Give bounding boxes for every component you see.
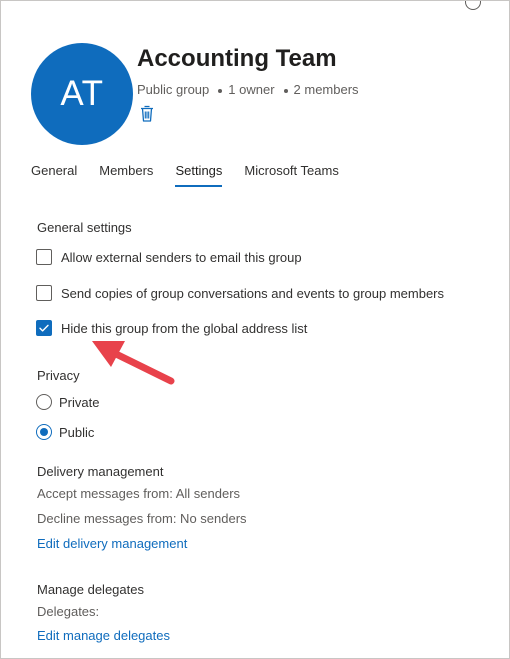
separator-dot <box>218 88 223 93</box>
separator-dot <box>283 88 288 93</box>
delegates-info: Delegates: <box>37 604 100 619</box>
radio-label: Private <box>59 394 100 410</box>
hide-from-gal-checkbox[interactable] <box>36 320 52 336</box>
hide-from-gal-option[interactable]: Hide this group from the global address … <box>36 320 307 336</box>
allow-external-senders-checkbox[interactable] <box>36 249 52 265</box>
private-radio[interactable] <box>36 394 52 410</box>
group-avatar: AT <box>31 43 133 145</box>
decline-messages-info: Decline messages from: No senders <box>37 511 247 526</box>
accept-messages-info: Accept messages from: All senders <box>37 486 241 501</box>
checkbox-label: Send copies of group conversations and e… <box>61 285 445 301</box>
tab-members[interactable]: Members <box>99 161 153 184</box>
owner-count: 1 owner <box>228 82 275 97</box>
privacy-heading: Privacy <box>37 368 80 383</box>
tab-bar: General Members Settings Microsoft Teams <box>31 161 361 187</box>
send-copies-checkbox[interactable] <box>36 285 52 301</box>
delivery-management-heading: Delivery management <box>37 464 164 479</box>
allow-external-senders-option[interactable]: Allow external senders to email this gro… <box>36 249 302 265</box>
tab-general[interactable]: General <box>31 161 77 184</box>
edit-manage-delegates-link[interactable]: Edit manage delegates <box>37 628 170 643</box>
privacy-public-option[interactable]: Public <box>36 424 94 440</box>
tab-microsoft-teams[interactable]: Microsoft Teams <box>244 161 338 184</box>
manage-delegates-heading: Manage delegates <box>37 582 144 597</box>
group-name: Accounting Team <box>137 45 337 72</box>
checkbox-label: Hide this group from the global address … <box>61 320 308 336</box>
checkbox-label: Allow external senders to email this gro… <box>61 249 302 265</box>
general-settings-heading: General settings <box>37 220 132 235</box>
group-meta: Public group 1 owner 2 members <box>137 82 359 97</box>
edit-delivery-management-link[interactable]: Edit delivery management <box>37 536 187 551</box>
close-icon[interactable] <box>465 1 481 10</box>
member-count: 2 members <box>293 82 359 97</box>
group-details-panel: AT Accounting Team Public group 1 owner … <box>0 0 510 659</box>
privacy-private-option[interactable]: Private <box>36 394 99 410</box>
radio-selected-dot <box>40 428 48 436</box>
checkmark-icon <box>39 324 49 332</box>
tab-settings[interactable]: Settings <box>175 161 222 187</box>
trash-icon[interactable] <box>139 105 155 123</box>
radio-label: Public <box>59 424 95 440</box>
avatar-initials: AT <box>60 74 104 113</box>
send-copies-option[interactable]: Send copies of group conversations and e… <box>36 285 444 301</box>
group-type: Public group <box>137 82 210 97</box>
public-radio[interactable] <box>36 424 52 440</box>
